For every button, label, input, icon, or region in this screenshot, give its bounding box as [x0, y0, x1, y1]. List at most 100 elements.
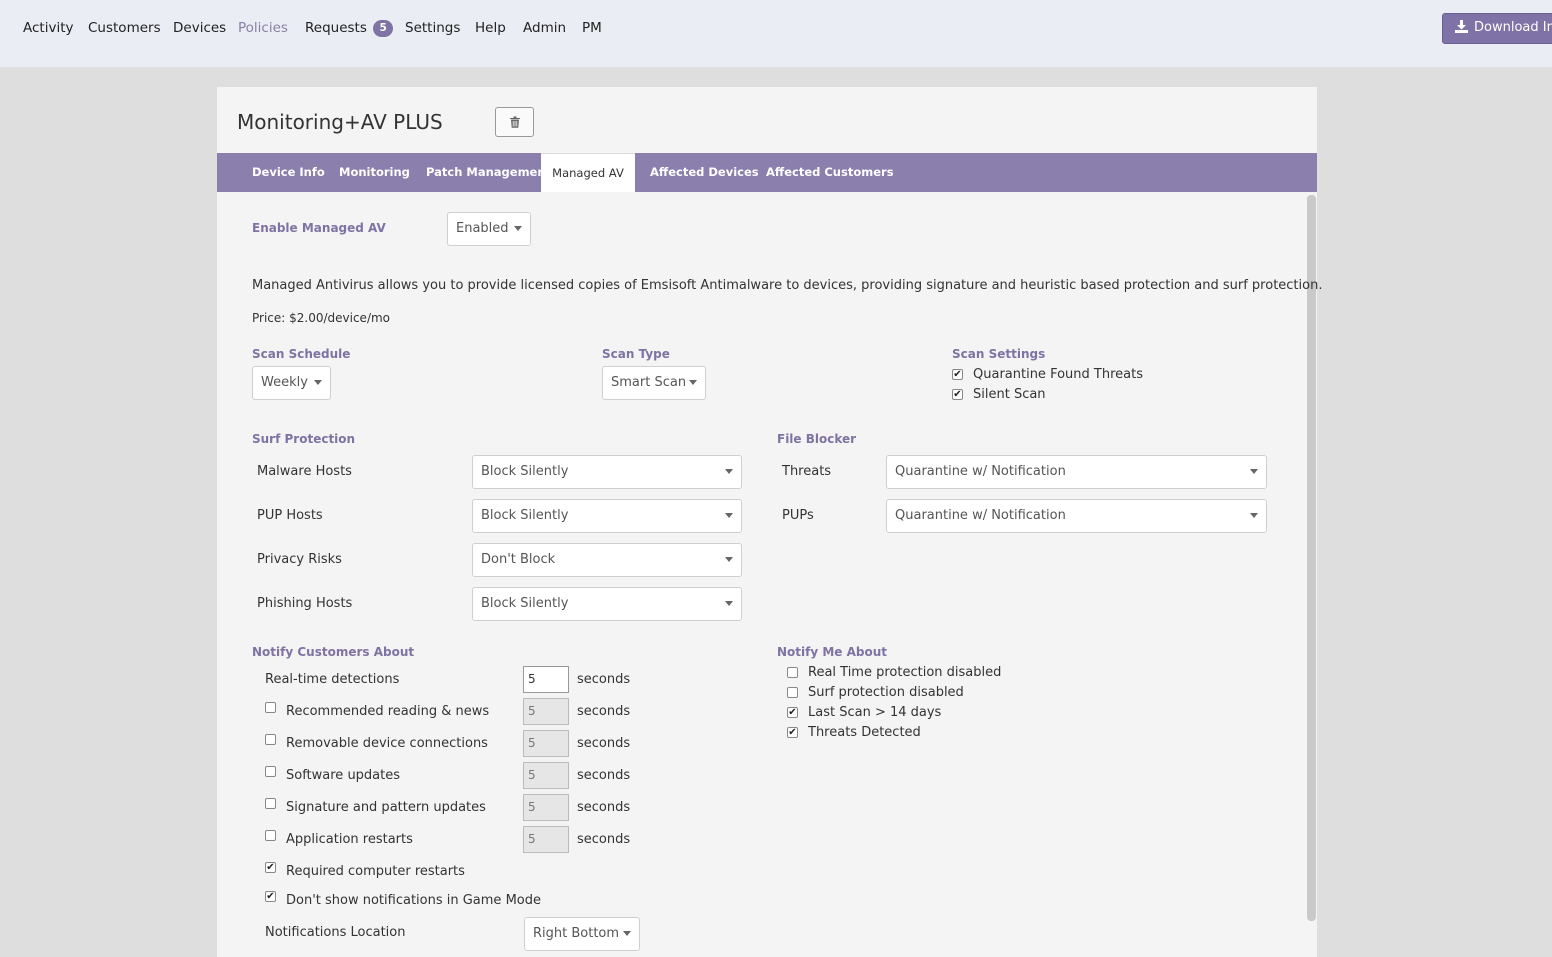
download-label: Download Ins — [1474, 20, 1552, 35]
nav-activity[interactable]: Activity — [23, 20, 74, 36]
threats-action-select[interactable]: Quarantine w/ Notification — [886, 455, 1267, 489]
notifications-location-value: Right Bottom — [533, 926, 620, 941]
nav-requests-label: Requests — [305, 20, 367, 36]
chevron-down-icon — [725, 513, 733, 518]
software-updates-seconds-input[interactable]: 5 — [523, 762, 569, 789]
required-restarts-checkbox[interactable]: ✔ — [265, 862, 276, 873]
removable-device-checkbox[interactable] — [265, 734, 276, 745]
application-restarts-seconds-input[interactable]: 5 — [523, 826, 569, 853]
privacy-risks-value: Don't Block — [481, 552, 556, 567]
tab-patch-management[interactable]: Patch Management — [426, 153, 551, 192]
privacy-risks-select[interactable]: Don't Block — [472, 543, 742, 577]
phishing-hosts-label: Phishing Hosts — [257, 596, 353, 611]
scan-type-select[interactable]: Smart Scan — [602, 366, 706, 400]
scan-schedule-label: Scan Schedule — [252, 347, 351, 361]
seconds-label: seconds — [577, 704, 631, 719]
requests-count-badge: 5 — [373, 20, 394, 37]
pups-action-value: Quarantine w/ Notification — [895, 508, 1066, 523]
threats-detected-label: Threats Detected — [808, 725, 921, 740]
recommended-reading-checkbox[interactable] — [265, 702, 276, 713]
policy-title: Monitoring+AV PLUS — [237, 110, 443, 134]
tab-monitoring[interactable]: Monitoring — [339, 153, 410, 192]
nav-devices[interactable]: Devices — [173, 20, 226, 36]
nav-help[interactable]: Help — [475, 20, 506, 36]
managed-av-panel: Enable Managed AV Enabled Managed Antivi… — [217, 192, 1322, 957]
phishing-hosts-select[interactable]: Block Silently — [472, 587, 742, 621]
tab-affected-customers[interactable]: Affected Customers — [766, 153, 894, 192]
realtime-disabled-checkbox[interactable] — [787, 667, 798, 678]
policy-tabs: Device Info Monitoring Patch Management … — [217, 153, 1317, 192]
enable-managed-av-select[interactable]: Enabled — [447, 212, 531, 246]
tab-affected-devices[interactable]: Affected Devices — [650, 153, 759, 192]
threats-label: Threats — [782, 464, 832, 479]
price-text: Price: $2.00/device/mo — [252, 311, 391, 325]
notify-customers-label: Notify Customers About — [252, 645, 415, 659]
surf-disabled-checkbox[interactable] — [787, 687, 798, 698]
privacy-risks-label: Privacy Risks — [257, 552, 342, 567]
chevron-down-icon — [623, 931, 631, 936]
nav-policies[interactable]: Policies — [238, 20, 288, 36]
silent-scan-checkbox[interactable]: ✔ — [952, 389, 963, 400]
seconds-label: seconds — [577, 672, 631, 687]
nav-pm[interactable]: PM — [582, 20, 602, 36]
chevron-down-icon — [514, 226, 522, 231]
nav-customers[interactable]: Customers — [88, 20, 161, 36]
malware-hosts-value: Block Silently — [481, 464, 569, 479]
delete-policy-button[interactable] — [495, 107, 534, 137]
notify-me-label: Notify Me About — [777, 645, 888, 659]
enable-managed-av-value: Enabled — [456, 221, 509, 236]
nav-requests[interactable]: Requests 5 — [305, 20, 394, 37]
download-icon — [1455, 20, 1468, 33]
tab-device-info[interactable]: Device Info — [252, 153, 325, 192]
recommended-reading-label: Recommended reading & news — [286, 704, 490, 719]
file-blocker-label: File Blocker — [777, 432, 857, 446]
scan-type-label: Scan Type — [602, 347, 670, 361]
realtime-detections-seconds-input[interactable]: 5 — [523, 666, 569, 693]
notifications-location-select[interactable]: Right Bottom — [524, 917, 640, 951]
malware-hosts-select[interactable]: Block Silently — [472, 455, 742, 489]
chevron-down-icon — [1250, 513, 1258, 518]
nav-settings[interactable]: Settings — [405, 20, 460, 36]
tab-managed-av[interactable]: Managed AV — [541, 153, 635, 192]
pup-hosts-label: PUP Hosts — [257, 508, 323, 523]
software-updates-checkbox[interactable] — [265, 766, 276, 777]
scan-settings-label: Scan Settings — [952, 347, 1046, 361]
threats-action-value: Quarantine w/ Notification — [895, 464, 1066, 479]
signature-updates-checkbox[interactable] — [265, 798, 276, 809]
quarantine-threats-checkbox[interactable]: ✔ — [952, 369, 963, 380]
signature-updates-seconds-input[interactable]: 5 — [523, 794, 569, 821]
recommended-reading-seconds-input[interactable]: 5 — [523, 698, 569, 725]
phishing-hosts-value: Block Silently — [481, 596, 569, 611]
realtime-disabled-label: Real Time protection disabled — [808, 665, 1002, 680]
threats-detected-checkbox[interactable]: ✔ — [787, 727, 798, 738]
enable-managed-av-label: Enable Managed AV — [252, 221, 386, 235]
removable-device-label: Removable device connections — [286, 736, 488, 751]
pup-hosts-select[interactable]: Block Silently — [472, 499, 742, 533]
seconds-label: seconds — [577, 800, 631, 815]
pup-hosts-value: Block Silently — [481, 508, 569, 523]
game-mode-checkbox[interactable]: ✔ — [265, 891, 276, 902]
chevron-down-icon — [1250, 469, 1258, 474]
realtime-detections-label: Real-time detections — [265, 672, 400, 687]
required-restarts-label: Required computer restarts — [286, 864, 465, 879]
game-mode-label: Don't show notifications in Game Mode — [286, 893, 541, 908]
scan-schedule-value: Weekly — [261, 375, 308, 390]
removable-device-seconds-input[interactable]: 5 — [523, 730, 569, 757]
seconds-label: seconds — [577, 736, 631, 751]
surf-protection-label: Surf Protection — [252, 432, 356, 446]
application-restarts-label: Application restarts — [286, 832, 413, 847]
scan-schedule-select[interactable]: Weekly — [252, 366, 331, 400]
last-scan-checkbox[interactable]: ✔ — [787, 707, 798, 718]
pups-action-select[interactable]: Quarantine w/ Notification — [886, 499, 1267, 533]
chevron-down-icon — [725, 557, 733, 562]
software-updates-label: Software updates — [286, 768, 401, 783]
chevron-down-icon — [725, 469, 733, 474]
trash-icon — [509, 116, 520, 128]
application-restarts-checkbox[interactable] — [265, 830, 276, 841]
chevron-down-icon — [314, 380, 322, 385]
quarantine-threats-label: Quarantine Found Threats — [973, 367, 1143, 382]
signature-updates-label: Signature and pattern updates — [286, 800, 486, 815]
download-installer-button[interactable]: Download Ins — [1442, 13, 1552, 44]
nav-admin[interactable]: Admin — [523, 20, 566, 36]
silent-scan-label: Silent Scan — [973, 387, 1046, 402]
